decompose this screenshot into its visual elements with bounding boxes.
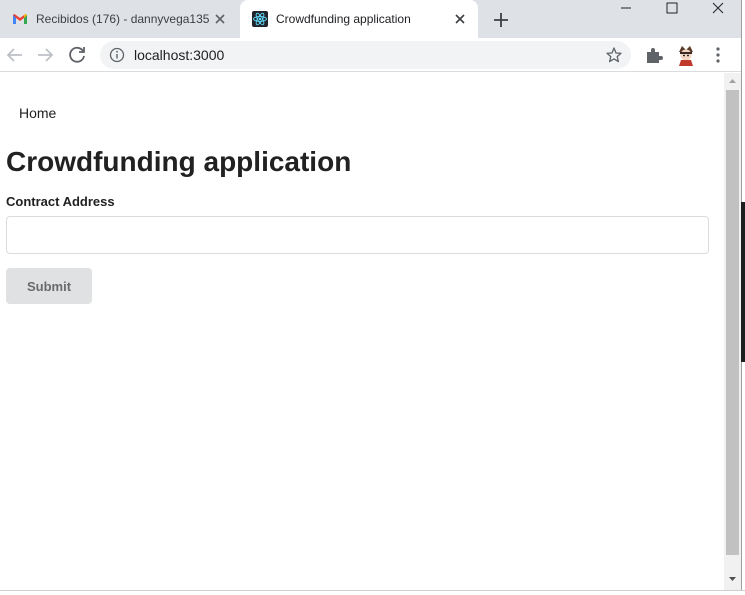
react-icon: [252, 11, 268, 27]
tab-crowdfunding[interactable]: Crowdfunding application: [240, 0, 478, 38]
tab-title: Recibidos (176) - dannyvega1357: [36, 12, 210, 26]
info-icon[interactable]: [109, 47, 125, 63]
kebab-menu-icon[interactable]: [708, 45, 728, 65]
scroll-up-arrow-icon[interactable]: [724, 75, 741, 87]
scrollbar-thumb[interactable]: [726, 90, 739, 555]
minimize-icon[interactable]: [603, 0, 649, 30]
forward-arrow-icon[interactable]: [33, 43, 57, 67]
close-icon[interactable]: [452, 11, 468, 27]
extensions-puzzle-icon[interactable]: [644, 45, 664, 65]
submit-button[interactable]: Submit: [6, 268, 92, 304]
contract-address-input[interactable]: [6, 216, 709, 254]
tab-strip: Recibidos (176) - dannyvega1357 Crowdfun…: [0, 0, 745, 38]
contract-address-label: Contract Address: [6, 194, 115, 209]
bookmark-star-icon[interactable]: [605, 46, 623, 64]
back-arrow-icon[interactable]: [3, 43, 27, 67]
url-text[interactable]: localhost:3000: [134, 47, 224, 63]
gmail-icon: [13, 14, 27, 24]
plus-icon[interactable]: [489, 8, 513, 32]
tab-title: Crowdfunding application: [276, 12, 411, 26]
address-bar[interactable]: localhost:3000: [100, 41, 631, 69]
page-title: Crowdfunding application: [6, 146, 352, 177]
close-icon[interactable]: [212, 11, 228, 27]
background-window-bottom: [0, 590, 745, 595]
browser-toolbar: localhost:3000: [0, 38, 745, 72]
reload-icon[interactable]: [65, 43, 89, 67]
window-close-icon[interactable]: [695, 0, 741, 30]
vertical-scrollbar[interactable]: [724, 73, 741, 590]
maximize-icon[interactable]: [649, 0, 695, 30]
tab-gmail[interactable]: Recibidos (176) - dannyvega1357: [0, 0, 238, 38]
scroll-down-arrow-icon[interactable]: [724, 573, 741, 585]
background-window-panel: [741, 202, 745, 362]
avatar[interactable]: [673, 42, 699, 68]
page-viewport: Home Crowdfunding application Contract A…: [0, 73, 724, 590]
nav-home-link[interactable]: Home: [19, 105, 56, 121]
